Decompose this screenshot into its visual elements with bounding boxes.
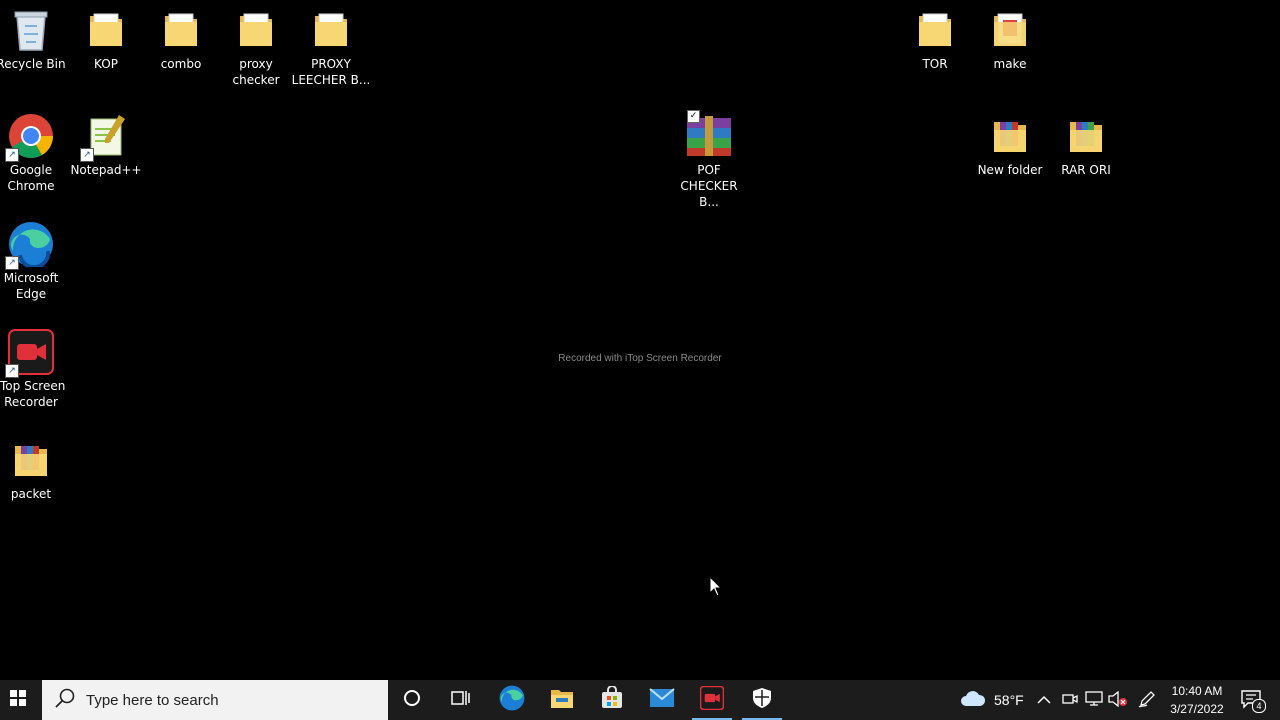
taskbar-edge-button[interactable] [488, 680, 536, 720]
mail-icon [649, 688, 675, 712]
clock-time: 10:40 AM [1171, 684, 1223, 698]
taskbar-store-button[interactable] [588, 680, 636, 720]
shortcut-arrow-icon: ↗ [80, 148, 94, 162]
desktop-icon-label: PROXY LEECHER B... [291, 57, 371, 87]
pen-icon [1138, 690, 1156, 711]
desktop-icon-label: POF CHECKER B... [680, 163, 738, 209]
desktop-icon-pof-checker[interactable]: ✓ POF CHECKER B... [672, 110, 746, 210]
tray-meet-now-button[interactable] [1062, 680, 1078, 720]
show-hidden-icons-button[interactable] [1037, 680, 1051, 720]
folder-icon [307, 6, 355, 54]
taskbar-security-button[interactable] [738, 680, 786, 720]
task-view-button[interactable] [437, 680, 485, 720]
taskbar-search-box[interactable]: Type here to search [42, 680, 388, 720]
desktop-icon-packet[interactable]: packet [0, 436, 68, 502]
desktop-icon-tor[interactable]: TOR [898, 6, 972, 72]
desktop-icon-proxy-checker[interactable]: proxy checker [219, 6, 293, 88]
desktop-icon-microsoft-edge[interactable]: ↗ Microsoft Edge [0, 220, 68, 302]
taskbar-clock[interactable]: 10:40 AM 3/27/2022 [1160, 682, 1234, 718]
folder-icon [7, 436, 55, 484]
taskbar-mail-button[interactable] [638, 680, 686, 720]
winrar-archive-icon: ✓ [685, 110, 733, 160]
weather-widget[interactable]: 58°F [960, 680, 1024, 720]
mouse-cursor-icon [709, 575, 723, 602]
desktop-icon-itop-screen-recorder[interactable]: ↗ iTop Screen Recorder [0, 328, 68, 410]
desktop-icon-rar-ori[interactable]: RAR ORI [1049, 112, 1123, 178]
cortana-button[interactable] [388, 680, 436, 720]
desktop-icon-label: New folder [977, 163, 1043, 177]
desktop-icon-kop[interactable]: KOP [69, 6, 143, 72]
cortana-circle-icon [403, 689, 421, 711]
desktop-icon-label: Notepad++ [70, 163, 142, 177]
chevron-up-icon [1037, 693, 1051, 708]
itop-recorder-icon [699, 685, 725, 714]
desktop-icon-google-chrome[interactable]: ↗ Google Chrome [0, 112, 68, 194]
taskbar-itop-recorder-button[interactable] [688, 680, 736, 720]
shortcut-arrow-icon: ↗ [5, 256, 19, 270]
start-button[interactable] [0, 680, 36, 720]
chrome-icon: ↗ [5, 112, 55, 162]
desktop-icon-recycle-bin[interactable]: Recycle Bin [0, 6, 68, 72]
shortcut-arrow-icon: ↗ [5, 364, 19, 378]
folder-icon [157, 6, 205, 54]
desktop-icon-proxy-leecher[interactable]: PROXY LEECHER B... [291, 6, 371, 88]
desktop-icon-label: KOP [94, 57, 118, 71]
volume-muted-icon [1108, 690, 1128, 710]
selection-checkbox-icon[interactable]: ✓ [687, 110, 700, 123]
desktop-icon-label: TOR [922, 57, 948, 71]
edge-icon: ↗ [5, 220, 55, 270]
cloud-icon [960, 690, 986, 711]
notepad-plus-plus-icon: ↗ [80, 112, 130, 162]
desktop-icon-label: make [993, 57, 1027, 71]
desktop-icon-label: Recycle Bin [0, 57, 66, 71]
windows-logo-icon [10, 690, 26, 710]
desktop-icon-label: Microsoft Edge [3, 271, 59, 301]
tray-network-button[interactable] [1085, 680, 1103, 720]
tray-volume-button[interactable] [1108, 680, 1128, 720]
desktop-icon-new-folder[interactable]: New folder [973, 112, 1047, 178]
recorder-watermark: Recorded with iTop Screen Recorder [558, 353, 722, 364]
desktop-icon-label: Google Chrome [7, 163, 55, 193]
desktop-icon-label: packet [10, 487, 52, 501]
desktop-icon-notepad-plus-plus[interactable]: ↗ Notepad++ [69, 112, 143, 178]
notification-count-badge: 4 [1252, 699, 1266, 713]
task-view-icon [451, 689, 471, 711]
search-placeholder: Type here to search [86, 691, 219, 709]
folder-icon [82, 6, 130, 54]
desktop-icon-make[interactable]: make [973, 6, 1047, 72]
tray-pen-workspace-button[interactable] [1138, 680, 1156, 720]
notification-icon: 4 [1240, 689, 1266, 713]
network-icon [1085, 690, 1103, 710]
folder-icon [986, 112, 1034, 160]
search-icon [54, 687, 76, 713]
clock-date: 3/27/2022 [1170, 702, 1224, 716]
weather-temperature: 58°F [994, 692, 1024, 708]
shortcut-arrow-icon: ↗ [5, 148, 19, 162]
shield-icon [752, 687, 772, 713]
folder-icon [986, 6, 1034, 54]
desktop-icon-combo[interactable]: combo [144, 6, 218, 72]
itop-recorder-icon: ↗ [5, 328, 55, 378]
taskbar-file-explorer-button[interactable] [538, 680, 586, 720]
folder-icon [232, 6, 280, 54]
taskbar: Type here to search 58°F 10:40 AM 3/27/2… [0, 680, 1280, 720]
action-center-button[interactable]: 4 [1240, 680, 1266, 720]
folder-icon [911, 6, 959, 54]
microsoft-store-icon [600, 685, 624, 714]
desktop-icon-label: RAR ORI [1061, 163, 1111, 177]
meet-now-icon [1062, 691, 1078, 710]
desktop-icon-label: proxy checker [232, 57, 280, 87]
folder-icon [1062, 112, 1110, 160]
desktop-icon-label: combo [160, 57, 202, 71]
recycle-bin-icon [7, 6, 55, 54]
edge-icon [499, 685, 525, 715]
file-explorer-icon [550, 687, 574, 713]
desktop-icon-label: iTop Screen Recorder [0, 379, 66, 409]
